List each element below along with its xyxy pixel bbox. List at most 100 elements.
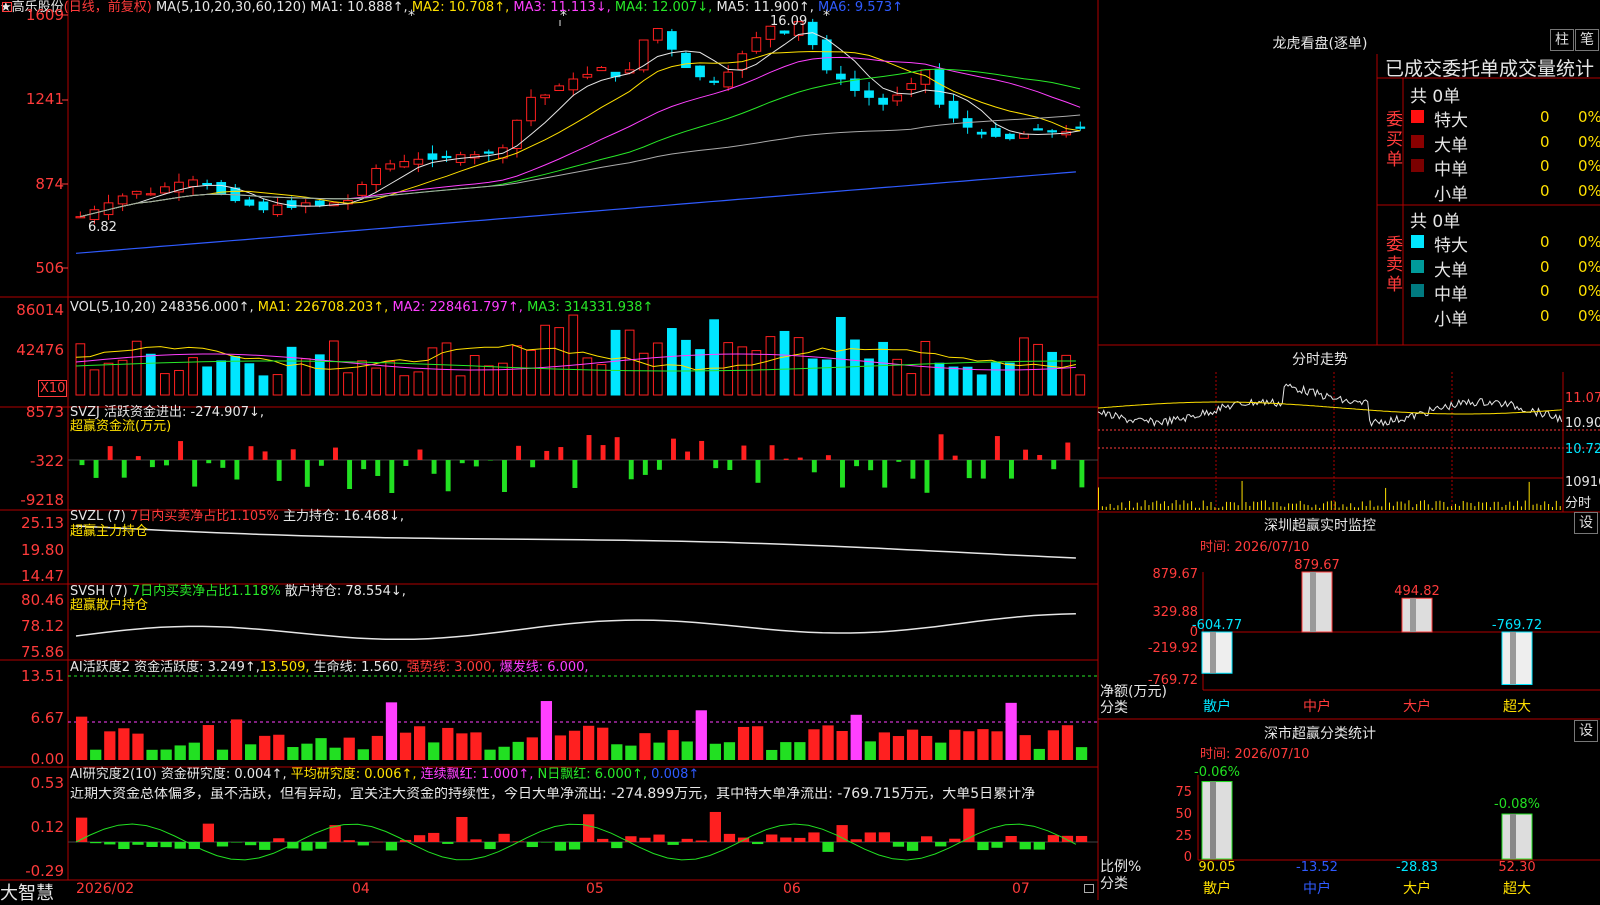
fund-flow-bar (558, 447, 564, 460)
fund-flow-bar (868, 460, 874, 471)
ma-value-1: MA1: 10.888↑, (310, 0, 408, 15)
ratio-bar-shade (1510, 814, 1516, 859)
intraday-volume-bar (1295, 503, 1297, 510)
volume-bar (793, 337, 804, 396)
ratio-change-label: -0.06% (1194, 765, 1240, 780)
ai-comment-text: 近期大资金总体偏多，虽不活跃，但有异动，宜关注大资金的持续性，今日大单净流出: … (70, 787, 1036, 802)
volume-bar (244, 363, 255, 396)
activity-bar (921, 735, 933, 760)
candle (582, 73, 593, 78)
ai-research-tick: 0.12 (30, 818, 64, 836)
lhb-title: 龙虎看盘(逐单) (1272, 36, 1368, 52)
fund-flow-bar (530, 460, 536, 468)
research-bar (1033, 842, 1045, 850)
class-tick: 50 (1175, 807, 1192, 822)
volume-bar (906, 373, 917, 396)
intraday-volume-bar (1222, 506, 1224, 510)
activity-bar (526, 737, 538, 760)
fund-flow-bar (502, 460, 507, 492)
svsh-ratio: 7日内买卖净占比1.118% (131, 584, 281, 599)
research-bar (315, 842, 327, 849)
activity-bar (1033, 748, 1045, 760)
research-bar (287, 842, 299, 849)
svzl-subtitle: 超赢主力持仓 (70, 524, 149, 539)
activity-bar (653, 742, 665, 760)
candle (709, 80, 719, 83)
svzl-label: SVZL (7) (70, 509, 126, 524)
activity-bar (864, 741, 876, 760)
intraday-tick: 10.90 (1565, 416, 1600, 431)
intraday-tick: 11.07 (1565, 391, 1600, 406)
candle (667, 31, 677, 50)
fund-flow-bar (741, 445, 747, 460)
chart-canvas[interactable]: * * *879.67329.880-219.92-769.72-604.77散户8… (0, 0, 1600, 900)
intraday-volume-bar (1505, 504, 1507, 510)
order-count: 0 (1540, 157, 1550, 175)
sell-total: 共 0单 (1410, 212, 1461, 232)
volume-bar (976, 374, 987, 396)
volume-bar (399, 375, 410, 396)
candle (117, 195, 128, 205)
legend-swatch (1411, 183, 1424, 197)
svsh-hold: 散户持仓: 78.554↓, (284, 584, 406, 599)
volume-bar (948, 366, 959, 396)
ai-research-tick: 0.53 (30, 774, 64, 792)
intraday-volume-bar (1451, 506, 1453, 510)
lhb-tabs[interactable]: 已成交委托单成交量统计 (1385, 54, 1600, 81)
lock-icon[interactable] (1084, 884, 1094, 893)
category-label: 超大 (1503, 699, 1531, 715)
intraday-volume-bar (1400, 501, 1402, 510)
order-size-label: 小单 (1434, 309, 1468, 330)
intraday-volume-bar (1443, 501, 1445, 510)
fund-flow-bar (431, 460, 437, 474)
activity-bar (456, 733, 468, 760)
activity-bar (90, 749, 102, 760)
research-bar (90, 842, 102, 844)
activity-bar (498, 746, 510, 760)
legend-swatch (1411, 284, 1424, 297)
order-percent: 0% (1578, 233, 1600, 251)
category-label: 大户 (1403, 880, 1431, 897)
intraday-volume-bar (1218, 507, 1220, 510)
intraday-volume-bar (1540, 505, 1542, 510)
intraday-volume-bar (1160, 503, 1162, 510)
legend-swatch (1411, 110, 1424, 123)
svsh-tick: 78.12 (21, 617, 64, 635)
intraday-volume-bar (1183, 500, 1185, 510)
activity-bar (216, 749, 229, 760)
intraday-volume-bar (1509, 501, 1511, 510)
svzl-tick: 25.13 (21, 514, 64, 532)
legend-swatch (1411, 259, 1424, 273)
intraday-volume-bar (1323, 503, 1325, 510)
activity-bar (484, 749, 496, 760)
ma-value-6: MA6: 9.573↑ (813, 0, 904, 15)
intraday-volume-bar (1513, 505, 1515, 510)
volume-bar (526, 349, 536, 396)
fund-flow-bar (642, 460, 648, 475)
fund-flow-bar (445, 460, 451, 492)
bar-view-button[interactable]: 柱 (1550, 29, 1574, 51)
volume-bar (695, 349, 705, 396)
fund-flow-bar (361, 460, 367, 470)
activity-bar (428, 742, 440, 760)
research-bar (568, 842, 581, 850)
fund-flow-bar (811, 460, 817, 473)
volume-ma3: MA3: 314331.938↑ (527, 300, 654, 315)
sz-class-settings-button[interactable]: 设 (1574, 720, 1598, 742)
intraday-volume-bar (1229, 501, 1231, 510)
net-amount-bar-shade (1210, 632, 1216, 674)
price-tick: 1609 (25, 6, 64, 24)
intraday-volume-bar (1292, 503, 1293, 510)
research-bar (766, 834, 778, 842)
activity-bar (230, 719, 243, 760)
tick-view-button[interactable]: 笔 (1575, 29, 1599, 51)
intraday-volume-bar (1241, 480, 1243, 510)
intraday-volume-bar (1489, 507, 1491, 510)
fund-flow-bar (107, 446, 113, 460)
buy-total: 共 0单 (1410, 87, 1461, 107)
research-bar (597, 838, 609, 842)
sz-monitor-settings-button[interactable]: 设 (1574, 512, 1598, 534)
intraday-volume-bar (1478, 501, 1480, 510)
intraday-volume-bar (1264, 500, 1266, 510)
intraday-volume-bar (1299, 500, 1301, 510)
